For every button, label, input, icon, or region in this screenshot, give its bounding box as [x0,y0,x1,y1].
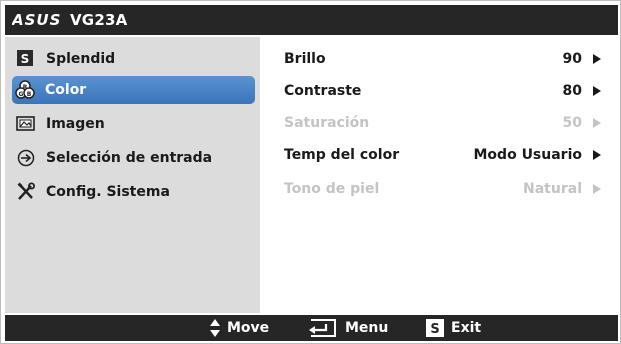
image-icon [16,114,36,134]
setting-row-contrast[interactable]: Contraste 80 [284,79,602,103]
menu-label-splendid: Splendid [46,51,116,67]
exit-label: Exit [451,320,482,336]
main-menu: S Splendid R G B Color Imagen Selección … [5,37,260,313]
model-name: VG23A [70,11,128,29]
menu-item-color[interactable]: R G B Color [12,76,255,104]
exit-hint[interactable]: S Exit [425,318,505,338]
input-select-icon [16,148,36,168]
svg-text:G: G [19,91,24,98]
tools-icon [16,182,36,202]
setting-label: Saturación [284,115,370,131]
arrow-right-icon [593,86,601,96]
enter-icon [309,319,336,337]
splendid-s-icon: S [16,49,36,69]
submenu-panel: Brillo 90 Contraste 80 Saturación 50 Tem… [264,37,618,313]
setting-row-color-temp[interactable]: Temp del color Modo Usuario [284,143,602,167]
menu-item-imagen[interactable]: Imagen [13,110,257,138]
key-hint-bar: Move Menu S Exit [5,315,618,341]
setting-value: Modo Usuario [473,147,583,163]
setting-label: Contraste [284,83,362,99]
setting-value: 90 [562,51,582,67]
menu-item-system-setup[interactable]: Config. Sistema [13,178,257,206]
menu-label-input-select: Selección de entrada [46,150,213,166]
setting-label: Tono de piel [284,181,380,197]
setting-value: Natural [523,181,582,197]
menu-label: Menu [345,320,389,336]
menu-hint[interactable]: Menu [305,318,395,338]
setting-value: 50 [562,115,582,131]
menu-item-input-select[interactable]: Selección de entrada [13,144,257,172]
menu-item-splendid[interactable]: S Splendid [13,45,257,73]
arrow-right-icon [593,54,601,64]
arrow-right-icon [593,118,601,128]
svg-text:B: B [27,91,32,98]
setting-label: Temp del color [284,147,400,163]
asus-logo: ASUS [12,11,61,29]
arrow-right-icon [593,184,601,194]
menu-label-system-setup: Config. Sistema [46,184,170,200]
setting-value: 80 [562,83,582,99]
color-circles-icon: R G B [15,80,35,100]
title-bar: ASUS VG23A [5,5,618,35]
move-hint[interactable]: Move [209,318,279,338]
arrow-right-icon [593,150,601,160]
up-down-arrow-icon [210,319,220,337]
setting-row-saturation: Saturación 50 [284,111,602,135]
s-key-icon: S [426,319,444,337]
menu-label-color: Color [45,82,87,98]
move-label: Move [227,320,270,336]
setting-label: Brillo [284,51,326,67]
svg-text:S: S [430,322,439,337]
svg-text:R: R [23,84,28,91]
setting-row-skin-tone: Tono de piel Natural [284,177,602,201]
osd-window: ASUS VG23A S Splendid R G B Color Imagen… [0,0,621,344]
menu-label-imagen: Imagen [46,116,105,132]
setting-row-brightness[interactable]: Brillo 90 [284,47,602,71]
svg-text:ASUS: ASUS [12,11,61,29]
svg-text:S: S [21,52,30,66]
